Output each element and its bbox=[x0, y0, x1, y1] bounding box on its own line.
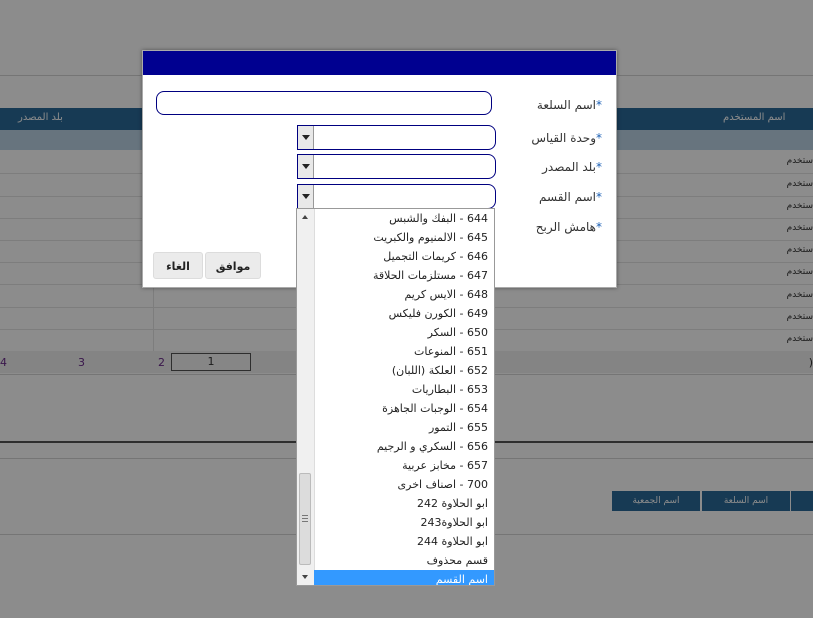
required-mark: * bbox=[596, 160, 602, 174]
list-option[interactable]: 644 - البفك والشبس bbox=[314, 209, 494, 228]
label-text: اسم السلعة bbox=[536, 98, 596, 112]
grip-line bbox=[302, 515, 308, 516]
list-option[interactable]: 649 - الكورن فليكس bbox=[314, 304, 494, 323]
grip-line bbox=[302, 518, 308, 519]
list-option[interactable]: قسم محذوف bbox=[314, 551, 494, 570]
margin-label: *هامش الربح bbox=[536, 220, 602, 234]
section-dropdown-list[interactable]: 644 - البفك والشبس 645 - الالمنيوم والكب… bbox=[296, 208, 495, 586]
required-mark: * bbox=[596, 98, 602, 112]
list-option[interactable]: 647 - مستلزمات الحلاقة bbox=[314, 266, 494, 285]
list-option[interactable]: 653 - البطاريات bbox=[314, 380, 494, 399]
list-option[interactable]: 654 - الوجبات الجاهزة bbox=[314, 399, 494, 418]
chevron-down-icon[interactable] bbox=[298, 185, 314, 208]
ok-button[interactable]: موافق bbox=[205, 252, 261, 279]
list-option[interactable]: ابو الحلاوة243 bbox=[314, 513, 494, 532]
list-option[interactable]: 700 - اصناف اخرى bbox=[314, 475, 494, 494]
list-option[interactable]: 652 - العلكة (اللبان) bbox=[314, 361, 494, 380]
unit-combobox[interactable] bbox=[297, 125, 496, 150]
chevron-down-icon[interactable] bbox=[298, 155, 314, 178]
grip-line bbox=[302, 521, 308, 522]
unit-label: *وحدة القياس bbox=[531, 131, 602, 145]
origin-label: *بلد المصدر bbox=[542, 160, 602, 174]
scroll-down-icon[interactable] bbox=[297, 569, 314, 585]
list-option[interactable]: 645 - الالمنيوم والكبريت bbox=[314, 228, 494, 247]
scroll-thumb[interactable] bbox=[299, 473, 311, 565]
label-text: وحدة القياس bbox=[531, 131, 596, 145]
list-option[interactable]: 651 - المنوعات bbox=[314, 342, 494, 361]
list-option[interactable]: ابو الحلاوة 244 bbox=[314, 532, 494, 551]
required-mark: * bbox=[596, 190, 602, 204]
list-option-selected[interactable]: اسم القسم bbox=[314, 570, 494, 585]
required-mark: * bbox=[596, 220, 602, 234]
label-text: هامش الربح bbox=[535, 220, 596, 234]
list-option[interactable]: 656 - السكري و الرجيم bbox=[314, 437, 494, 456]
section-combobox[interactable] bbox=[297, 184, 496, 209]
required-mark: * bbox=[596, 131, 602, 145]
options-list: 644 - البفك والشبس 645 - الالمنيوم والكب… bbox=[314, 209, 494, 585]
dialog-title-bar bbox=[143, 51, 616, 75]
list-option[interactable]: 646 - كريمات التجميل bbox=[314, 247, 494, 266]
section-label: *اسم القسم bbox=[539, 190, 602, 204]
label-text: بلد المصدر bbox=[542, 160, 596, 174]
item-name-input[interactable] bbox=[156, 91, 492, 115]
list-option[interactable]: 655 - التمور bbox=[314, 418, 494, 437]
item-name-label: *اسم السلعة bbox=[537, 98, 602, 112]
list-option[interactable]: 650 - السكر bbox=[314, 323, 494, 342]
list-option[interactable]: ابو الحلاوة 242 bbox=[314, 494, 494, 513]
list-option[interactable]: 657 - مخابز عربية bbox=[314, 456, 494, 475]
scrollbar[interactable] bbox=[297, 209, 315, 585]
label-text: اسم القسم bbox=[539, 190, 596, 204]
chevron-down-icon[interactable] bbox=[298, 126, 314, 149]
cancel-button[interactable]: الغاء bbox=[153, 252, 203, 279]
list-option[interactable]: 648 - الايس كريم bbox=[314, 285, 494, 304]
origin-combobox[interactable] bbox=[297, 154, 496, 179]
scroll-up-icon[interactable] bbox=[297, 209, 314, 225]
